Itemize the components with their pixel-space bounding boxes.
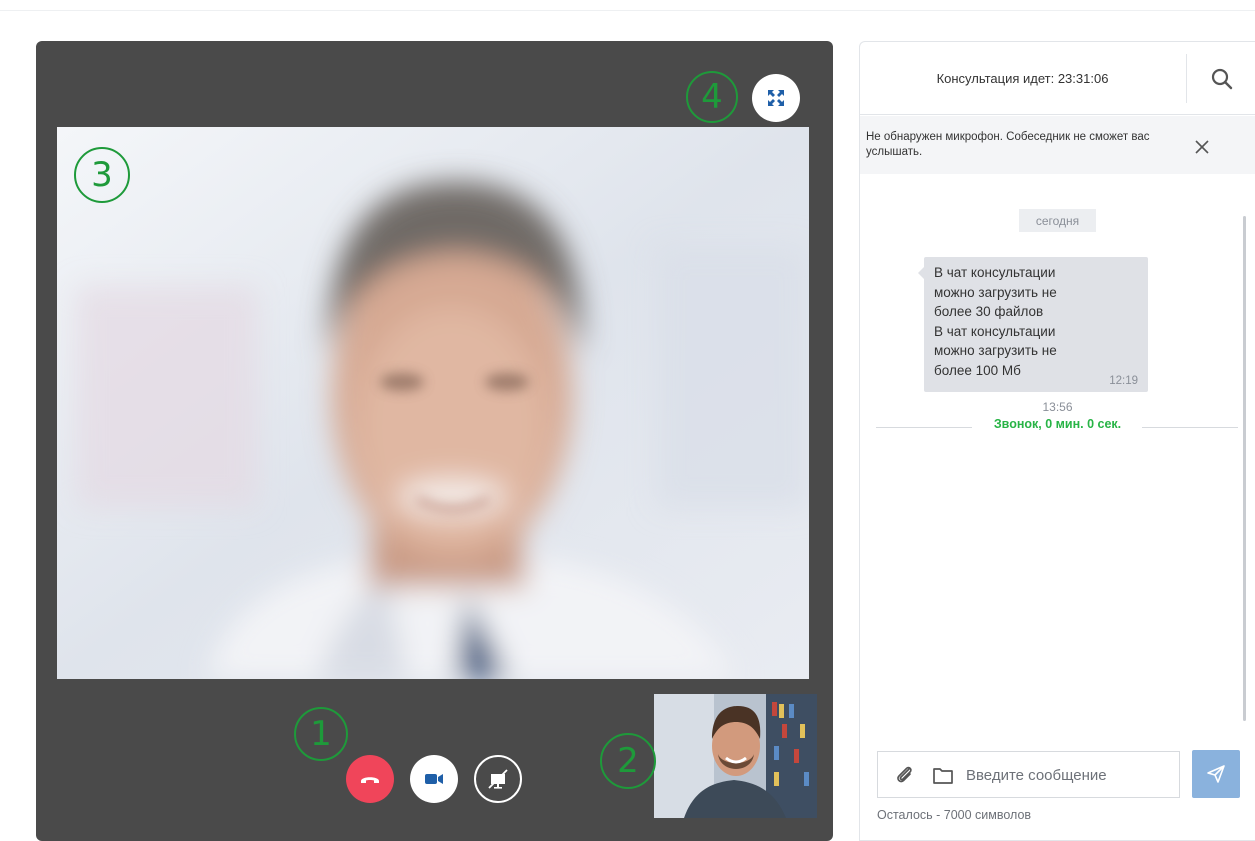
message-text: В чат консультации можно загрузить не бо…: [934, 263, 1104, 380]
call-event-line-left: [876, 427, 972, 428]
annotation-marker-3: 3: [74, 147, 130, 203]
message-line: можно загрузить не: [934, 284, 1057, 300]
search-button[interactable]: [1187, 42, 1255, 115]
message-bubble: В чат консультации можно загрузить не бо…: [918, 257, 1148, 392]
video-call-panel: 4 3 1 2: [36, 41, 833, 841]
video-camera-icon: [425, 774, 443, 784]
message-line: более 30 файлов: [934, 304, 1044, 319]
call-event-label: Звонок, 0 мин. 0 сек.: [993, 417, 1122, 431]
message-composer: [877, 751, 1180, 798]
microphone-warning-text: Не обнаружен микрофон. Собеседник не смо…: [866, 131, 1150, 158]
message-line: В чат консультации: [934, 323, 1056, 339]
close-warning-button[interactable]: [1190, 135, 1214, 159]
call-event-time: 13:56: [1042, 400, 1073, 414]
top-divider: [0, 10, 1255, 11]
call-event-line-right: [1142, 427, 1238, 428]
expand-arrows-icon: [768, 90, 784, 106]
microphone-warning: Не обнаружен микрофон. Собеседник не смо…: [860, 116, 1255, 174]
message-line: более 100 Мб: [934, 362, 1021, 378]
annotation-marker-4: 4: [686, 71, 738, 123]
message-input[interactable]: [966, 761, 1171, 789]
close-icon: [1195, 140, 1209, 154]
search-icon: [1211, 68, 1232, 89]
consultation-status: Консультация идет: 23:31:06: [936, 71, 1109, 86]
message-line: можно загрузить не: [934, 343, 1057, 358]
phone-hangup-icon: [361, 777, 379, 783]
send-icon: [1207, 765, 1225, 783]
screen-share-off-icon: [488, 769, 508, 789]
folder-icon: [933, 768, 953, 784]
folder-button[interactable]: [932, 765, 954, 785]
remote-video-feed: [57, 127, 809, 679]
self-video-preview: [654, 694, 817, 818]
message-time: 12:19: [1109, 375, 1138, 387]
fullscreen-button[interactable]: [752, 74, 800, 122]
message-line: В чат консультации: [934, 265, 1056, 280]
doctor-video-image: [57, 127, 809, 679]
paperclip-icon: [897, 766, 912, 783]
chat-scrollbar[interactable]: [1243, 216, 1246, 721]
annotation-marker-2: 2: [600, 733, 656, 789]
hangup-button[interactable]: [346, 755, 394, 803]
chat-header: Консультация идет: 23:31:06: [860, 42, 1255, 115]
chat-panel: Консультация идет: 23:31:06 Не обнаружен…: [859, 41, 1255, 841]
attach-button[interactable]: [894, 764, 916, 786]
annotation-marker-1: 1: [294, 707, 348, 761]
character-counter: Осталось - 7000 символов: [877, 808, 1032, 822]
self-camera-image: [654, 694, 817, 818]
screen-share-button[interactable]: [474, 755, 522, 803]
send-button[interactable]: [1192, 750, 1240, 798]
camera-toggle-button[interactable]: [410, 755, 458, 803]
date-badge: сегодня: [1019, 209, 1096, 232]
